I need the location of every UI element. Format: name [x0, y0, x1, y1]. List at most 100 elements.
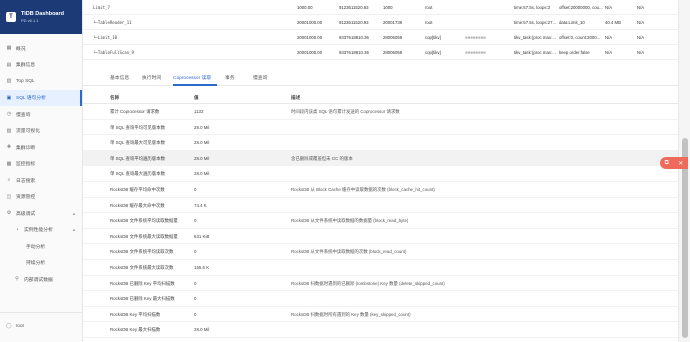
sidebar: T TiDB Dashboard PD v6.1.1 ▦ 概况 ▤ 集群信息 ▥ Top …	[0, 0, 83, 342]
plan-cell-exec: tikv_task:{proc max:...	[514, 34, 556, 40]
sidebar-item-11[interactable]: ◔ 实例性能分析 ▲	[0, 222, 82, 239]
tab-1[interactable]: 执行时间	[142, 74, 161, 81]
app-root: T TiDB Dashboard PD v6.1.1 ▦ 概况 ▤ 集群信息 ▥ Top …	[0, 0, 690, 342]
metric-name: RocksDB 缓存最大命中次数	[110, 202, 165, 208]
metric-row[interactable]: RocksDB Key 最大扫描数 28.0 Mil	[83, 322, 678, 338]
active-tab-indicator	[173, 84, 217, 86]
plan-cell-disk: N/A	[637, 49, 645, 55]
metric-row[interactable]: RocksDB Key 平均扫描数 0 RocksDB 扫数据时所有遇到的 Key …	[83, 307, 678, 323]
metric-value: 28.0 Mil	[194, 171, 210, 177]
header-name: 名称	[110, 95, 120, 100]
plan-cell-info: offset:20000000, cou...	[559, 4, 603, 10]
metric-row[interactable]: RocksDB 已删除 Key 最大扫描数 0	[83, 291, 678, 307]
page-scrollbar[interactable]	[678, 0, 690, 342]
sidebar-item-3[interactable]: ▣ SQL 语句分析	[0, 89, 82, 106]
metric-name: 单 SQL 查询最大可见版本数	[110, 140, 165, 146]
metric-row[interactable]: 单 SQL 查询平均可见版本数 28.0 Mil	[83, 120, 678, 136]
plan-cell-disk: N/A	[637, 34, 645, 40]
plan-cell-act: 20001739	[383, 19, 403, 25]
execution-plan-table: Limit_7 1000.00 9123611520.93 1000 root time:…	[83, 0, 678, 60]
resource-icon: ◫	[6, 193, 12, 200]
sidebar-item-8[interactable]: ⌕ 日志搜索	[0, 172, 82, 189]
plan-cell-id: 9123611520.93	[339, 4, 369, 10]
user-menu[interactable]: ◯ root	[6, 323, 24, 329]
metric-name: RocksDB 文件系统最大读取数据量	[110, 233, 178, 239]
metric-row[interactable]: 单 SQL 查询最大遍历版本数 28.0 Mil	[83, 166, 678, 182]
plan-cell-info: keep order:false	[559, 49, 590, 55]
sidebar-item-7[interactable]: ▩ 监控指标	[0, 156, 82, 173]
sidebar-item-label: Top SQL	[16, 78, 35, 84]
sidebar-item-label: 监控指标	[16, 162, 36, 168]
plan-cell-est: 20001000.00	[297, 49, 323, 55]
debug-icon: ⚙	[6, 210, 12, 217]
plan-cell-task: cop[tikv]	[425, 49, 441, 55]
tab-4[interactable]: 慢查询	[253, 74, 267, 81]
sidebar-item-0[interactable]: ▦ 概况	[0, 40, 82, 57]
sidebar-item-10[interactable]: ⚙ 高级调试 ▲	[0, 205, 82, 222]
plan-cell-obj: ■■■■■■■■	[465, 34, 486, 40]
metric-value: 28.0 Mil	[194, 124, 210, 130]
plan-cell-info: offset:0, count:2000...	[559, 34, 601, 40]
copy-icon[interactable]: ⧉	[665, 160, 669, 167]
metric-row[interactable]: RocksDB 文件系统平均读取数据量 0 RocksDB 从文件系统中读取数据的数…	[83, 213, 678, 229]
metric-row[interactable]: 累计 Coprocessor 请求数 1133 时间段内该类 SQL 语句累计发送的…	[83, 104, 678, 120]
plan-cell-obj: ■■■■■■■■	[465, 49, 486, 55]
plan-row[interactable]: Limit_7 1000.00 9123611520.93 1000 root time:…	[83, 0, 678, 15]
plan-cell-task: cop[tikv]	[425, 34, 441, 40]
debug-data-icon: ⚲	[15, 276, 19, 283]
metric-row[interactable]: RocksDB 文件系统最大读取数据量 631 KiB	[83, 229, 678, 245]
chevron-up-icon: ▲	[72, 210, 76, 216]
metric-desc: 时间段内该类 SQL 语句累计发送的 Coprocessor 请求数	[291, 109, 400, 114]
plan-cell-op: └─TableFullScan_9	[93, 49, 134, 55]
sidebar-item-1[interactable]: ▤ 集群信息	[0, 57, 82, 74]
tab-3[interactable]: 事务	[225, 74, 235, 81]
plan-cell-exec: time:57.5s, loops:27...	[514, 19, 557, 25]
tab-0[interactable]: 基本信息	[110, 74, 129, 81]
plan-row[interactable]: └─TableFullScan_9 20001000.00 9337618810.3…	[83, 45, 678, 60]
sidebar-item-label: SQL 语句分析	[16, 96, 46, 102]
plan-row[interactable]: └─Limit_10 20001000.00 9337618810.36 280060…	[83, 30, 678, 45]
metric-desc: RocksDB 从文件系统中读取数据的次数 (block_read_count)	[291, 249, 407, 255]
plan-cell-op: Limit_7	[93, 4, 110, 10]
plan-cell-act: 1000	[383, 4, 393, 10]
sidebar-item-label: 概况	[16, 46, 26, 52]
metric-row[interactable]: RocksDB 缓存平均命中次数 0 RocksDB 从 Block Cache 缓…	[83, 182, 678, 198]
plan-cell-info: data:Limit_10	[559, 19, 585, 25]
plan-row[interactable]: └─TableReader_11 20001000.00 9123611520.93…	[83, 15, 678, 30]
sidebar-nav: ▦ 概况 ▤ 集群信息 ▥ Top SQL ▣ SQL 语句分析 ◷ 慢查询 ▨ 流量可视化 ✚ 集群诊断…	[0, 34, 82, 288]
top-sql-icon: ▥	[6, 78, 12, 85]
sidebar-item-5[interactable]: ▨ 流量可视化	[0, 123, 82, 140]
sidebar-item-label: 实例性能分析	[24, 228, 53, 234]
header-value: 值	[194, 95, 199, 100]
metric-row[interactable]: RocksDB 缓存最大命中次数 74.4 K	[83, 198, 678, 214]
sidebar-item-14[interactable]: ⚲ 内部调试数据	[0, 271, 82, 288]
sidebar-item-12[interactable]: 手动分析	[0, 238, 82, 255]
sidebar-item-2[interactable]: ▥ Top SQL	[0, 73, 82, 90]
metric-row[interactable]: 单 SQL 查询平均遍历版本数 28.0 Mil 含已删除或覆盖但未 GC 的版本	[83, 150, 678, 167]
sidebar-item-label: 集群诊断	[16, 145, 36, 151]
metric-row[interactable]: RocksDB 文件系统平均读取次数 0 RocksDB 从文件系统中读取数据的次数…	[83, 244, 678, 260]
brand-header[interactable]: T TiDB Dashboard PD v6.1.1	[0, 0, 82, 34]
tab-2[interactable]: Coprocessor 读取	[173, 74, 211, 81]
sidebar-item-13[interactable]: 持续分析	[0, 255, 82, 272]
metric-name: RocksDB Key 最大扫描数	[110, 327, 161, 333]
metric-row[interactable]: RocksDB 文件系统最大读取次数 155.6 K	[83, 260, 678, 276]
close-icon[interactable]: ✕	[678, 160, 683, 167]
metric-desc: RocksDB 从 Block Cache 缓存中读取数据的次数 (block_…	[291, 187, 435, 192]
overview-icon: ▦	[6, 45, 12, 52]
metric-row[interactable]: 单 SQL 查询最大可见版本数 28.0 Mil	[83, 135, 678, 151]
sidebar-item-label: 手动分析	[26, 244, 46, 250]
plan-cell-est: 20001000.00	[297, 34, 323, 40]
metrics-table-header: 名称 值 描述	[83, 92, 678, 104]
metric-name: 累计 Coprocessor 请求数	[110, 109, 160, 114]
sql-statement-icon: ▣	[6, 94, 12, 101]
log-search-icon: ⌕	[7, 177, 11, 184]
metric-row[interactable]: RocksDB 已删除 Key 平均扫描数 0 RocksDB 扫数据时遇到的已删除…	[83, 276, 678, 292]
sidebar-item-6[interactable]: ✚ 集群诊断	[0, 139, 82, 156]
chevron-up-icon: ▲	[72, 227, 76, 233]
sidebar-item-4[interactable]: ◷ 慢查询	[0, 106, 82, 123]
metric-value: 0	[194, 280, 197, 286]
profiling-icon: ◔	[15, 226, 19, 233]
sidebar-item-9[interactable]: ◫ 资源管控	[0, 189, 82, 206]
floating-widget[interactable]: ⧉ ✕	[660, 157, 688, 169]
